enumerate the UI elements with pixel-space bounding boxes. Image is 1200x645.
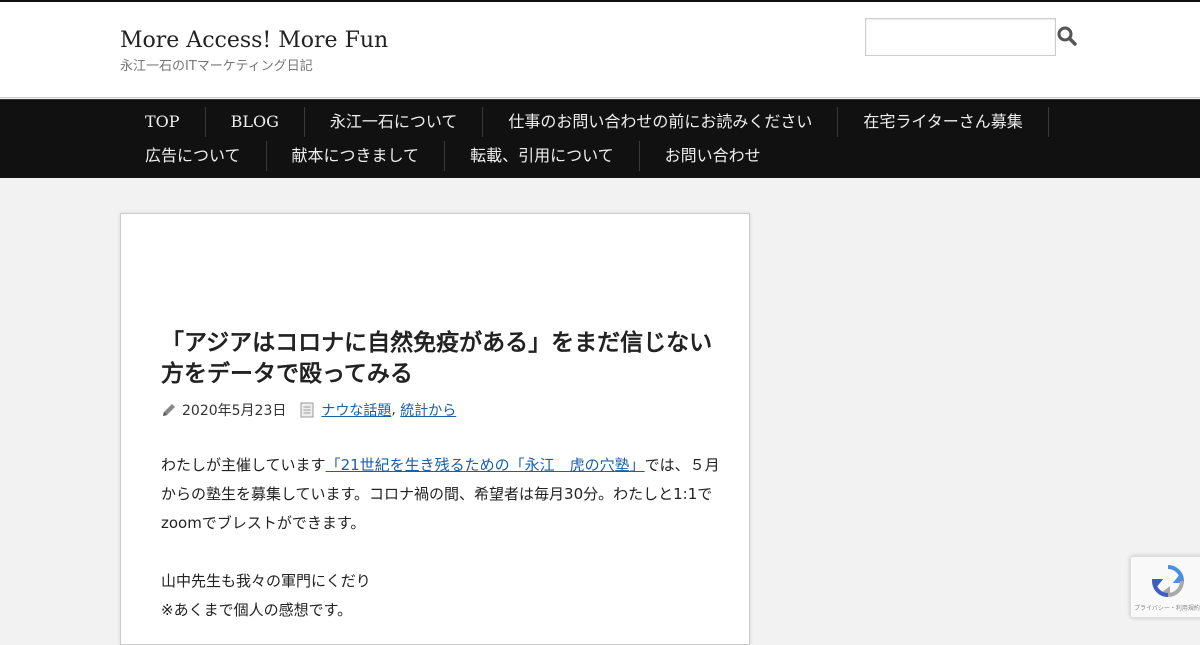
site-title[interactable]: More Access! More Fun <box>120 28 388 53</box>
recaptcha-badge[interactable]: プライバシー・利用規約 <box>1130 556 1200 618</box>
category-separator: , <box>391 402 396 418</box>
search-icon[interactable] <box>1056 25 1078 47</box>
nav-item-blog[interactable]: BLOG <box>206 107 305 137</box>
recaptcha-icon <box>1151 565 1185 598</box>
post-meta: 2020年5月23日 ナウな話題, 統計から <box>161 400 456 420</box>
nav-item-writer-recruit[interactable]: 在宅ライターさん募集 <box>838 107 1049 137</box>
pencil-icon <box>163 404 175 416</box>
nav-item-contact[interactable]: お問い合わせ <box>640 141 786 171</box>
post-body: わたしが主催しています「21世紀を生き残るための「永江 虎の穴塾」では、５月から… <box>161 451 721 625</box>
category-link-statistics[interactable]: 統計から <box>400 400 456 420</box>
recaptcha-terms[interactable]: プライバシー・利用規約 <box>1133 603 1200 612</box>
nav-item-ads[interactable]: 広告について <box>120 141 267 171</box>
nav-item-about[interactable]: 永江一石について <box>305 107 484 137</box>
main-navigation: TOP BLOG 永江一石について 仕事のお問い合わせの前にお読みください 在宅… <box>0 99 1200 178</box>
nav-item-top[interactable]: TOP <box>120 107 206 137</box>
body-line: 山中先生も我々の軍門にくだり <box>161 572 371 590</box>
post-article: 「アジアはコロナに自然免疫がある」をまだ信じない方をデータで殴ってみる 2020… <box>120 213 750 645</box>
site-header: More Access! More Fun 永江一石のITマーケティング日記 <box>0 2 1200 98</box>
nav-item-quoting[interactable]: 転載、引用について <box>445 141 640 171</box>
intro-text: わたしが主催しています <box>161 456 326 474</box>
nav-row-2: 広告について 献本につきまして 転載、引用について お問い合わせ <box>120 139 786 173</box>
post-title[interactable]: 「アジアはコロナに自然免疫がある」をまだ信じない方をデータで殴ってみる <box>161 328 716 390</box>
post-date: 2020年5月23日 <box>182 403 287 419</box>
search-input[interactable] <box>865 18 1056 56</box>
juku-link[interactable]: 「21世紀を生き残るための「永江 虎の穴塾」 <box>326 456 645 474</box>
body-line-note: ※あくまで個人の感想です。 <box>161 601 353 619</box>
nav-item-review-copies[interactable]: 献本につきまして <box>267 141 446 171</box>
document-icon <box>300 402 314 418</box>
nav-item-before-contact[interactable]: 仕事のお問い合わせの前にお読みください <box>483 107 839 137</box>
category-link-naumna[interactable]: ナウな話題 <box>321 400 391 420</box>
nav-row-1: TOP BLOG 永江一石について 仕事のお問い合わせの前にお読みください 在宅… <box>120 105 1049 139</box>
site-description: 永江一石のITマーケティング日記 <box>120 59 313 74</box>
